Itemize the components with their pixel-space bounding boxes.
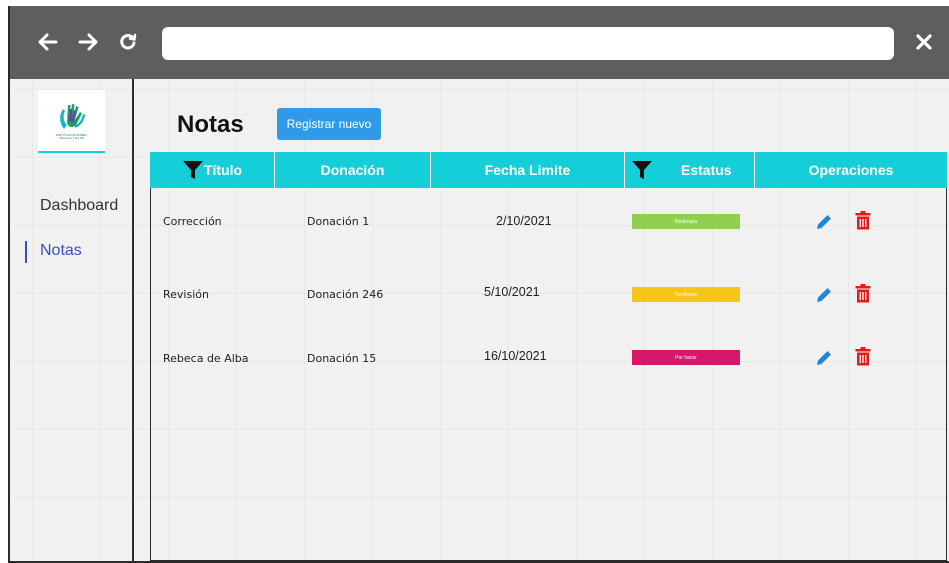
browser-toolbar — [10, 6, 949, 79]
column-header-estatus[interactable]: Estatus — [624, 152, 754, 188]
column-header-fecha-limite[interactable]: Fecha Limite — [430, 152, 624, 188]
logo-subtext: Villa Nuevo Y Seo IAP — [59, 137, 84, 140]
forward-button[interactable] — [76, 30, 100, 54]
close-icon — [916, 34, 932, 50]
column-label-operaciones: Operaciones — [808, 162, 894, 178]
column-label-titulo: Título — [203, 162, 243, 178]
back-button[interactable] — [36, 30, 60, 54]
cell-donacion: Donación 15 — [307, 352, 377, 365]
status-badge: Por hacer — [632, 350, 740, 365]
status-badge: Pendiente — [632, 287, 740, 302]
edit-button[interactable] — [814, 284, 834, 306]
app-content: INSTITUCIÓN DABEL Villa Nuevo Y Seo IAP … — [10, 79, 949, 561]
arrow-left-icon — [38, 33, 58, 51]
trash-icon — [855, 210, 871, 229]
reload-icon — [120, 33, 137, 50]
delete-button[interactable] — [853, 282, 873, 304]
cell-titulo: Rebeca de Alba — [163, 352, 249, 365]
filter-icon[interactable] — [631, 160, 653, 180]
column-label-fecha-limite: Fecha Limite — [484, 162, 571, 178]
cell-donacion: Donación 1 — [307, 215, 370, 228]
table-header: Título Donación Fecha Limite Estatus Ope… — [150, 152, 947, 188]
arrow-right-icon — [78, 33, 98, 51]
reload-button[interactable] — [116, 30, 140, 54]
address-bar[interactable] — [162, 27, 894, 60]
status-badge: Realizada — [632, 214, 740, 229]
close-button[interactable] — [912, 30, 936, 54]
hands-logo-icon — [59, 104, 85, 129]
cell-titulo: Corrección — [163, 215, 222, 228]
filter-icon[interactable] — [182, 160, 204, 180]
pencil-icon — [817, 215, 831, 229]
edit-button[interactable] — [814, 347, 834, 369]
page-title: Notas — [177, 111, 244, 138]
edit-button[interactable] — [814, 211, 834, 233]
delete-button[interactable] — [853, 345, 873, 367]
sidebar-item-dashboard[interactable]: Dashboard — [40, 197, 118, 215]
column-header-donacion[interactable]: Donación — [274, 152, 430, 188]
trash-icon — [855, 346, 871, 365]
cell-fecha: 16/10/2021 — [484, 349, 547, 363]
sidebar: INSTITUCIÓN DABEL Villa Nuevo Y Seo IAP … — [10, 79, 134, 561]
column-header-operaciones: Operaciones — [754, 152, 947, 188]
pencil-icon — [817, 288, 831, 302]
column-label-donacion: Donación — [320, 162, 385, 178]
pencil-icon — [817, 351, 831, 365]
cell-fecha: 5/10/2021 — [484, 285, 540, 299]
register-new-button[interactable]: Registrar nuevo — [277, 108, 381, 140]
cell-fecha: 2/10/2021 — [496, 214, 552, 228]
column-header-titulo[interactable]: Título — [150, 152, 274, 188]
active-indicator — [25, 241, 27, 263]
browser-window: INSTITUCIÓN DABEL Villa Nuevo Y Seo IAP … — [8, 6, 949, 563]
column-label-estatus: Estatus — [681, 162, 732, 178]
cell-titulo: Revisión — [163, 288, 209, 301]
sidebar-item-notas[interactable]: Notas — [40, 242, 82, 260]
trash-icon — [855, 283, 871, 302]
delete-button[interactable] — [853, 209, 873, 231]
logo: INSTITUCIÓN DABEL Villa Nuevo Y Seo IAP — [38, 90, 105, 153]
cell-donacion: Donación 246 — [307, 288, 384, 301]
